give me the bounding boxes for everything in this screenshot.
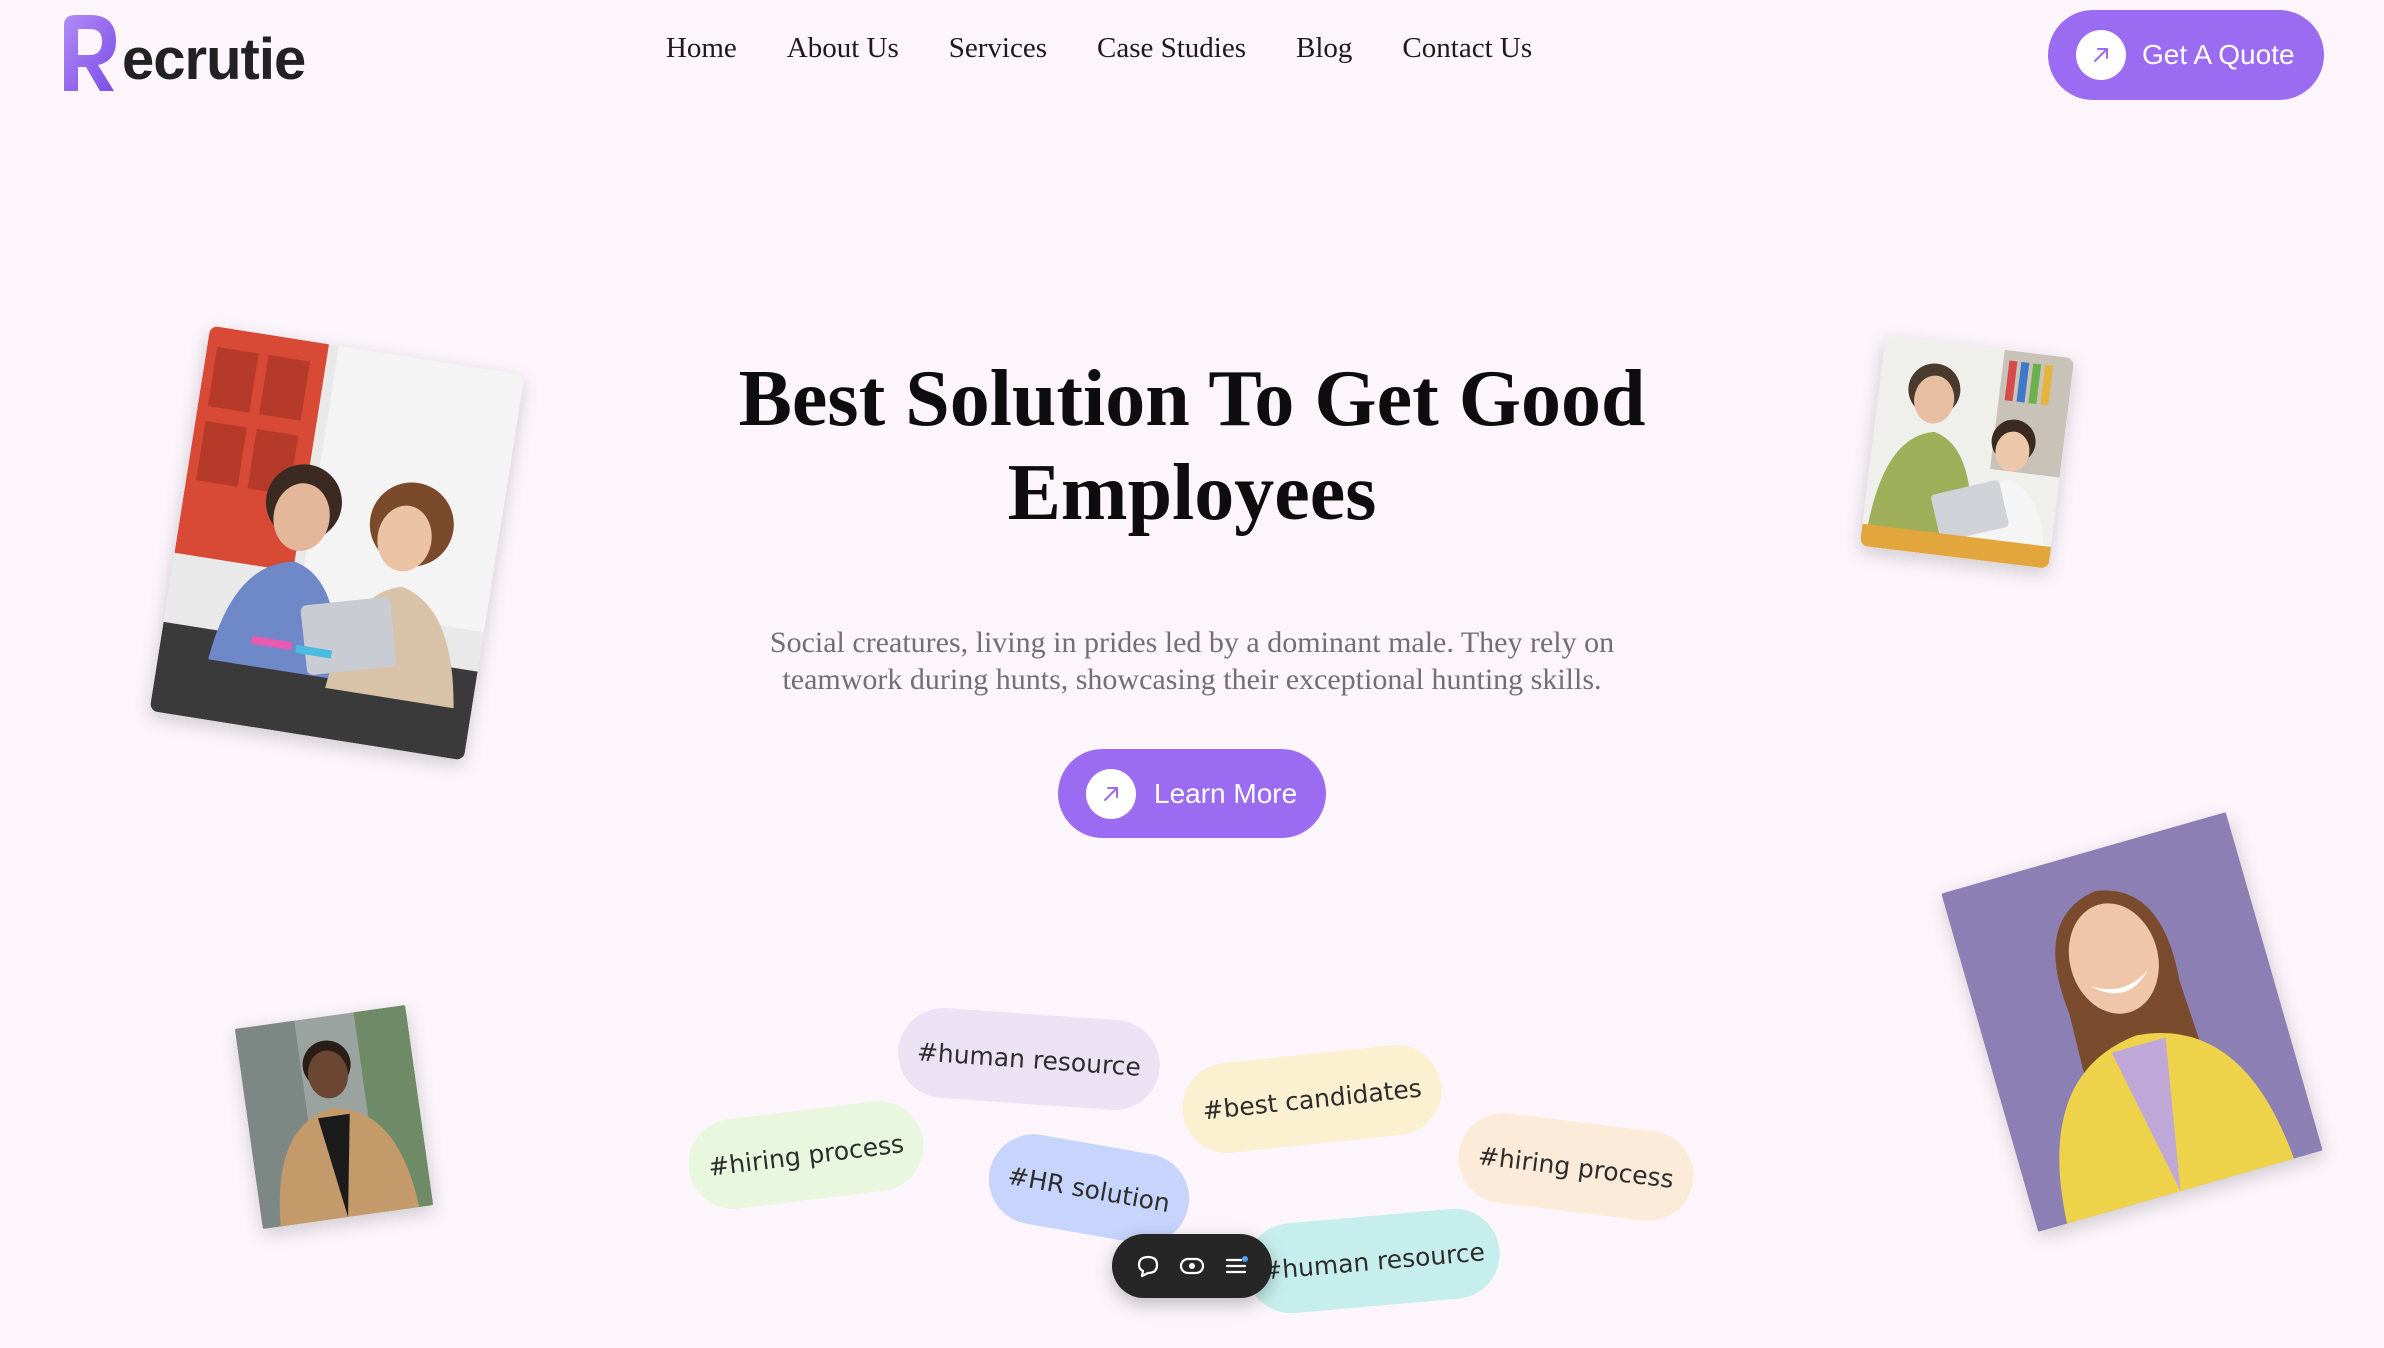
arrow-up-right-icon [2076,30,2126,80]
tag-hiring-process: #hiring process [1453,1107,1699,1227]
eye-icon[interactable] [1175,1249,1209,1283]
tag-best-candidates: #best candidates [1178,1040,1446,1158]
tag-hiring-process: #hiring process [683,1095,929,1215]
tag-hr-solution: #HR solution [981,1127,1197,1251]
main-nav: Home About Us Services Case Studies Blog… [0,32,2384,65]
hero-title-line1: Best Solution To Get Good [738,355,1646,443]
menu-list-icon[interactable] [1219,1249,1253,1283]
nav-blog[interactable]: Blog [1296,32,1352,65]
arrow-up-right-icon [1086,768,1136,819]
hero-title-line2: Employees [1007,449,1377,537]
learn-more-button[interactable]: Learn More [1058,749,1326,838]
hero-subtitle-line1: Social creatures, living in prides led b… [769,626,1615,659]
floating-toolbar [1112,1234,1272,1298]
get-a-quote-button[interactable]: Get A Quote [2048,10,2324,100]
photo-colleagues-with-laptop [1859,335,2075,569]
get-a-quote-label: Get A Quote [2142,39,2295,70]
photo-woman-in-yellow-blazer [1941,812,2323,1232]
nav-home[interactable]: Home [666,32,737,65]
chat-bubble-icon[interactable] [1131,1249,1165,1283]
hero-subtitle-line2: teamwork during hunts, showcasing their … [782,663,1602,696]
nav-contact-us[interactable]: Contact Us [1402,32,1532,65]
tag-human-resource: #human resource [1242,1205,1504,1317]
nav-case-studies[interactable]: Case Studies [1097,32,1246,65]
nav-about-us[interactable]: About Us [787,32,899,65]
photo-man-in-suit [234,1005,434,1229]
learn-more-label: Learn More [1154,777,1298,809]
tag-human-resource: #human resource [895,1004,1163,1114]
photo-women-with-tablet [149,325,525,761]
nav-services[interactable]: Services [949,32,1047,65]
